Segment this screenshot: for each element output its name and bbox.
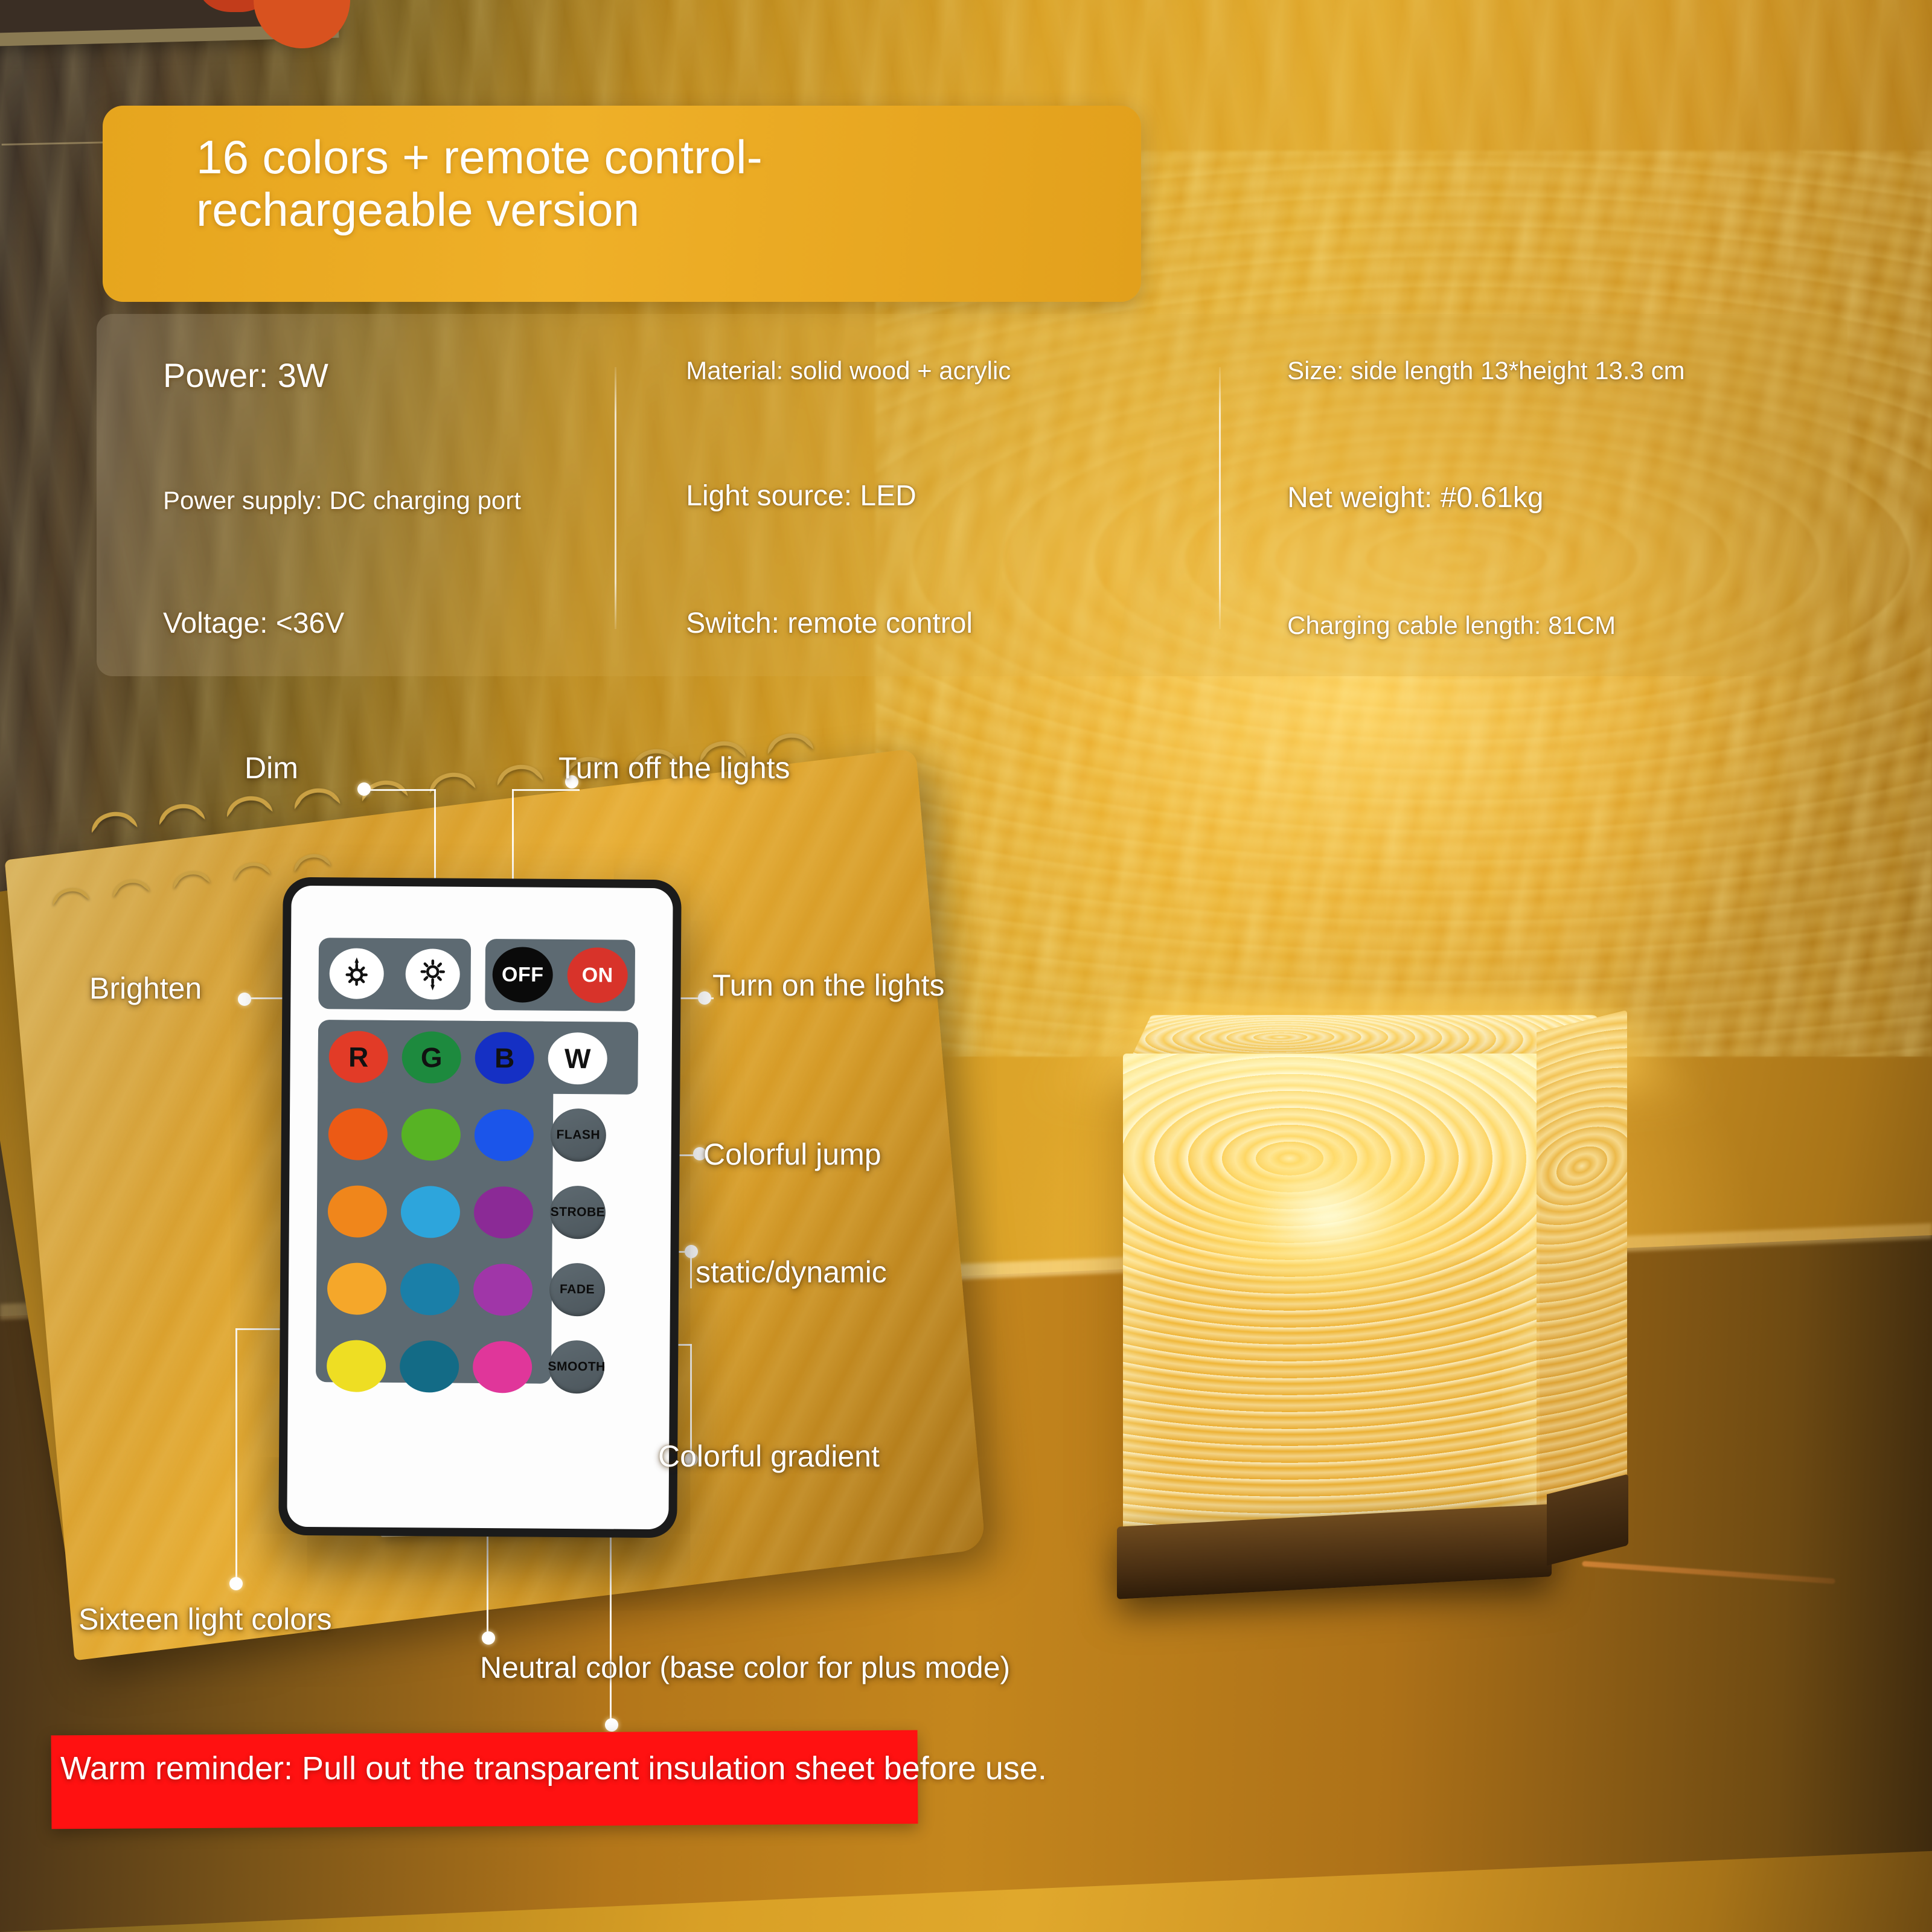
cube-inner-glow [1189, 1129, 1467, 1304]
dim-button-group [318, 938, 472, 1010]
rgbw-button-b[interactable]: B [475, 1031, 535, 1084]
leader-warning-v [610, 1534, 612, 1727]
remote-face: OFF ON R G B W FLASH STROBE FADE SMOOTH [287, 885, 673, 1530]
spec-column-2: Material: solid wood + acrylic Light sou… [616, 356, 1219, 640]
leader-dot-dim [357, 782, 371, 796]
warning-text: Warm reminder: Pull out the transparent … [60, 1750, 1047, 1786]
crystal-cube-lamp [1051, 948, 1835, 1690]
color-swatch-r1c2[interactable] [401, 1108, 461, 1161]
sun-decrease-icon [345, 957, 368, 986]
spec-light-source: Light source: LED [686, 479, 916, 512]
color-swatch-r1c1[interactable] [328, 1108, 388, 1160]
remote-control[interactable]: OFF ON R G B W FLASH STROBE FADE SMOOTH [278, 877, 682, 1538]
spec-size: Size: side length 13*height 13.3 cm [1287, 356, 1685, 385]
callout-colorful-jump: Colorful jump [703, 1137, 881, 1171]
color-swatch-r4c3[interactable] [472, 1340, 533, 1393]
sun-increase-icon [420, 959, 445, 991]
power-button-group: OFF ON [485, 939, 636, 1011]
rgbw-button-w[interactable]: W [548, 1032, 608, 1085]
callout-turn-off: Turn off the lights [558, 751, 790, 785]
callout-dim: Dim [245, 751, 298, 785]
leader-neutral-v [487, 1534, 488, 1642]
title-banner: 16 colors + remote control- rechargeable… [103, 106, 1141, 302]
color-swatch-r2c3[interactable] [473, 1186, 534, 1239]
spec-material: Material: solid wood + acrylic [686, 356, 1011, 385]
callout-neutral-color: Neutral color (base color for plus mode) [480, 1651, 1011, 1684]
spec-voltage: Voltage: <36V [163, 607, 345, 639]
mode-button-strobe[interactable]: STROBE [549, 1185, 606, 1239]
leader-turnoff-h [512, 789, 580, 791]
color-swatch-r3c1[interactable] [327, 1262, 387, 1315]
mode-button-flash[interactable]: FLASH [550, 1108, 607, 1162]
color-swatch-r2c2[interactable] [400, 1186, 461, 1238]
leader-dot-turnon [698, 991, 711, 1005]
mode-button-fade[interactable]: FADE [549, 1262, 606, 1317]
color-swatch-r4c2[interactable] [399, 1340, 459, 1393]
rgbw-button-r[interactable]: R [328, 1031, 389, 1083]
leader-sixteen-v [235, 1328, 237, 1582]
callout-static-dynamic: static/dynamic [696, 1255, 887, 1289]
spec-column-3: Size: side length 13*height 13.3 cm Net … [1221, 356, 1847, 640]
spec-net-weight: Net weight: #0.61kg [1287, 482, 1544, 514]
brighten-button[interactable] [405, 948, 460, 1000]
callout-colorful-gradient: Colorful gradient [658, 1439, 880, 1473]
color-swatch-r3c3[interactable] [473, 1263, 533, 1316]
title-text: 16 colors + remote control- rechargeable… [196, 130, 763, 237]
dim-button[interactable] [329, 948, 384, 999]
off-button[interactable]: OFF [492, 947, 554, 1003]
rgbw-button-g[interactable]: G [401, 1031, 462, 1084]
callout-brighten: Brighten [89, 971, 202, 1005]
leader-dot-neutral [482, 1631, 495, 1645]
color-swatch-r1c3[interactable] [474, 1108, 534, 1162]
leader-dim-h [366, 789, 436, 791]
cube-side-face [1537, 1009, 1627, 1515]
spec-cable-length: Charging cable length: 81CM [1287, 610, 1616, 639]
mode-button-smooth[interactable]: SMOOTH [548, 1340, 606, 1394]
callout-sixteen-colors: Sixteen light colors [78, 1602, 332, 1636]
leader-dot-brighten [238, 993, 251, 1006]
leader-dot-sixteen [229, 1577, 243, 1590]
callout-turn-on: Turn on the lights [712, 968, 945, 1002]
specifications-panel: Power: 3W Power supply: DC charging port… [97, 314, 1847, 676]
spec-column-1: Power: 3W Power supply: DC charging port… [97, 356, 615, 640]
spec-power-supply: Power supply: DC charging port [163, 486, 521, 515]
color-swatch-r2c1[interactable] [327, 1185, 388, 1238]
spec-switch: Switch: remote control [686, 607, 973, 639]
on-button[interactable]: ON [567, 947, 629, 1003]
color-swatch-r4c1[interactable] [326, 1340, 386, 1392]
leader-dot-warning [605, 1718, 618, 1732]
spec-power: Power: 3W [163, 356, 328, 394]
color-swatch-r3c2[interactable] [400, 1263, 460, 1316]
